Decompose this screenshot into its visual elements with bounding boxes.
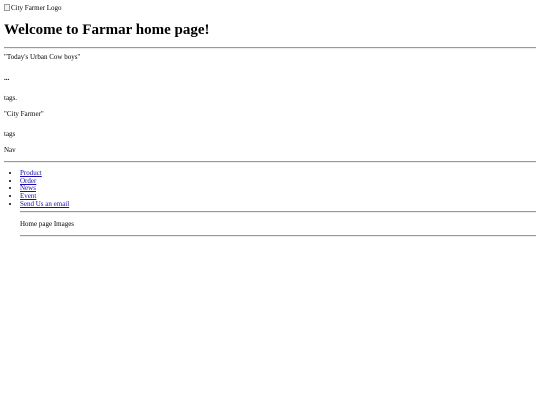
nav-item-news: News [20, 185, 536, 193]
nav-item-product: Product [20, 169, 536, 178]
tags-text-1: tags. [4, 94, 18, 103]
nav-item-email: Send Us an email [20, 200, 536, 209]
nav-item-event: Event [20, 192, 536, 201]
city-farmer-text: "City Farmer" [4, 110, 44, 119]
logo-alt-text: City Farmer Logo [11, 4, 62, 12]
divider-nav [4, 161, 536, 164]
tagline: "Today's Urban Cow boys" [4, 53, 81, 61]
broken-image-icon [4, 4, 10, 11]
nav-list: Product Order News Event Send Us an emai… [4, 169, 536, 209]
logo-image: City Farmer Logo [4, 4, 62, 13]
nav-item-order: Order [20, 177, 536, 186]
nav-label: Nav [4, 146, 16, 155]
tags-text-2: tags [4, 130, 16, 139]
divider-images-bottom [20, 235, 536, 238]
home-images-label: Home page Images [20, 220, 75, 229]
home-images-section: Home page Images [20, 211, 536, 238]
divider-top [4, 47, 536, 49]
divider-images-top [20, 211, 536, 214]
page: City Farmer Logo Welcome to Farmar home … [0, 0, 540, 238]
page-title: Welcome to Farmar home page! [4, 22, 210, 38]
nav-link-send-email[interactable]: Send Us an email [20, 200, 69, 208]
ellipsis-heading: ... [4, 74, 10, 83]
